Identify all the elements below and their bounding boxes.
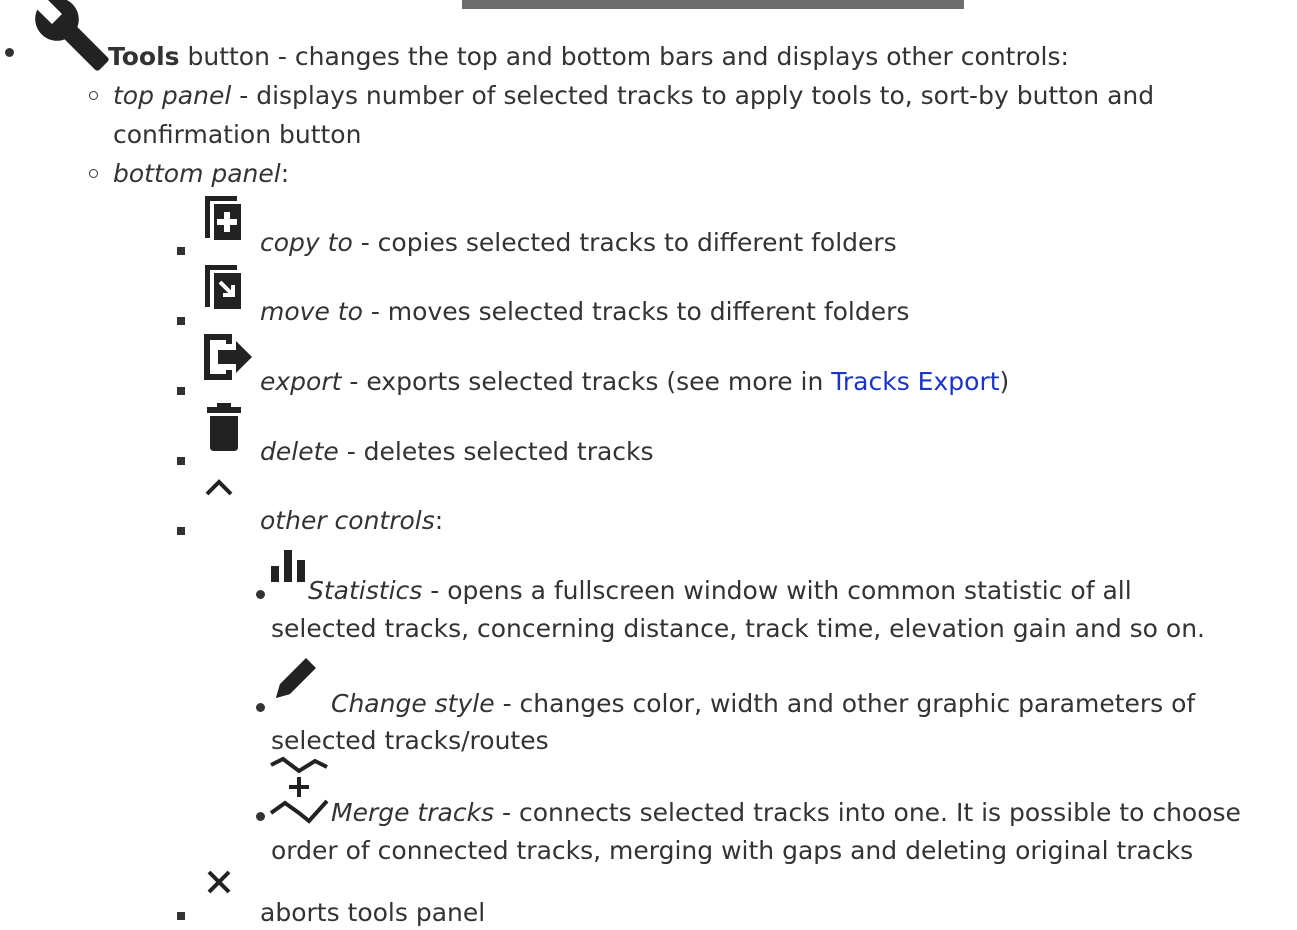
statistics-description: - opens a fullscreen window with common … xyxy=(422,576,1132,605)
copy-to-term: copy to xyxy=(260,228,353,257)
abort-item: aborts tools panel xyxy=(260,898,486,927)
top-panel-description: - displays number of selected tracks to … xyxy=(231,81,1155,110)
change-style-term: Change style xyxy=(331,689,495,718)
bottom-panel-colon: : xyxy=(280,159,290,188)
copy-to-item: copy to - copies selected tracks to diff… xyxy=(260,226,897,260)
bullet-square xyxy=(177,317,185,325)
merge-tracks-description: - connects selected tracks into one. It … xyxy=(494,798,1241,827)
bottom-panel-item: bottom panel: xyxy=(113,157,289,191)
tracks-export-link[interactable]: Tracks Export xyxy=(831,367,999,396)
other-controls-colon: : xyxy=(434,506,444,535)
trash-icon xyxy=(207,403,241,451)
bullet-square xyxy=(177,247,185,255)
tools-item: Tools button - changes the top and botto… xyxy=(108,40,1069,74)
top-panel-term: top panel xyxy=(113,81,232,110)
bullet-circle xyxy=(89,169,98,178)
bullet-square xyxy=(177,457,185,465)
image-bottom-edge xyxy=(462,0,964,9)
bar-chart-icon xyxy=(271,550,305,582)
bullet-disc xyxy=(5,48,14,57)
move-to-icon xyxy=(205,265,241,309)
bullet-disc xyxy=(256,703,265,712)
bullet-circle xyxy=(89,91,98,100)
delete-item: delete - deletes selected tracks xyxy=(260,435,654,469)
tools-description: button - changes the top and bottom bars… xyxy=(179,42,1069,71)
top-panel-item: top panel - displays number of selected … xyxy=(113,79,1154,113)
delete-description: - deletes selected tracks xyxy=(338,437,654,466)
bullet-disc xyxy=(256,590,265,599)
bottom-panel-term: bottom panel xyxy=(113,159,281,188)
close-icon xyxy=(207,870,231,894)
change-style-description: - changes color, width and other graphic… xyxy=(494,689,1196,718)
statistics-item: Statistics - opens a fullscreen window w… xyxy=(308,574,1132,608)
merge-tracks-description-cont: order of connected tracks, merging with … xyxy=(271,836,1194,865)
merge-tracks-item: Merge tracks - connects selected tracks … xyxy=(331,796,1241,830)
statistics-description-cont: selected tracks, concerning distance, tr… xyxy=(271,614,1206,643)
merge-tracks-term: Merge tracks xyxy=(331,798,495,827)
move-to-item: move to - moves selected tracks to diffe… xyxy=(260,295,909,329)
bullet-square xyxy=(177,527,185,535)
delete-term: delete xyxy=(260,437,339,466)
tools-title: Tools xyxy=(108,42,180,71)
copy-to-icon xyxy=(205,196,241,240)
move-to-description: - moves selected tracks to different fol… xyxy=(362,297,910,326)
bullet-disc xyxy=(256,812,265,821)
bullet-square xyxy=(177,912,185,920)
chevron-up-icon xyxy=(205,479,233,496)
other-controls-term: other controls xyxy=(260,506,435,535)
top-panel-description-cont: confirmation button xyxy=(113,120,362,149)
bullet-square xyxy=(177,387,185,395)
move-to-term: move to xyxy=(260,297,363,326)
export-icon xyxy=(204,334,252,380)
copy-to-description: - copies selected tracks to different fo… xyxy=(352,228,897,257)
change-style-item: Change style - changes color, width and … xyxy=(331,687,1195,721)
export-description-end: ) xyxy=(999,367,1010,396)
statistics-term: Statistics xyxy=(308,576,423,605)
export-description: - exports selected tracks (see more in xyxy=(341,367,832,396)
wrench-icon xyxy=(35,0,109,71)
change-style-description-cont: selected tracks/routes xyxy=(271,726,549,755)
pencil-icon xyxy=(276,658,316,698)
export-item: export - exports selected tracks (see mo… xyxy=(260,365,1009,399)
export-term: export xyxy=(260,367,342,396)
other-controls-item: other controls: xyxy=(260,504,443,538)
merge-tracks-icon xyxy=(269,756,329,824)
